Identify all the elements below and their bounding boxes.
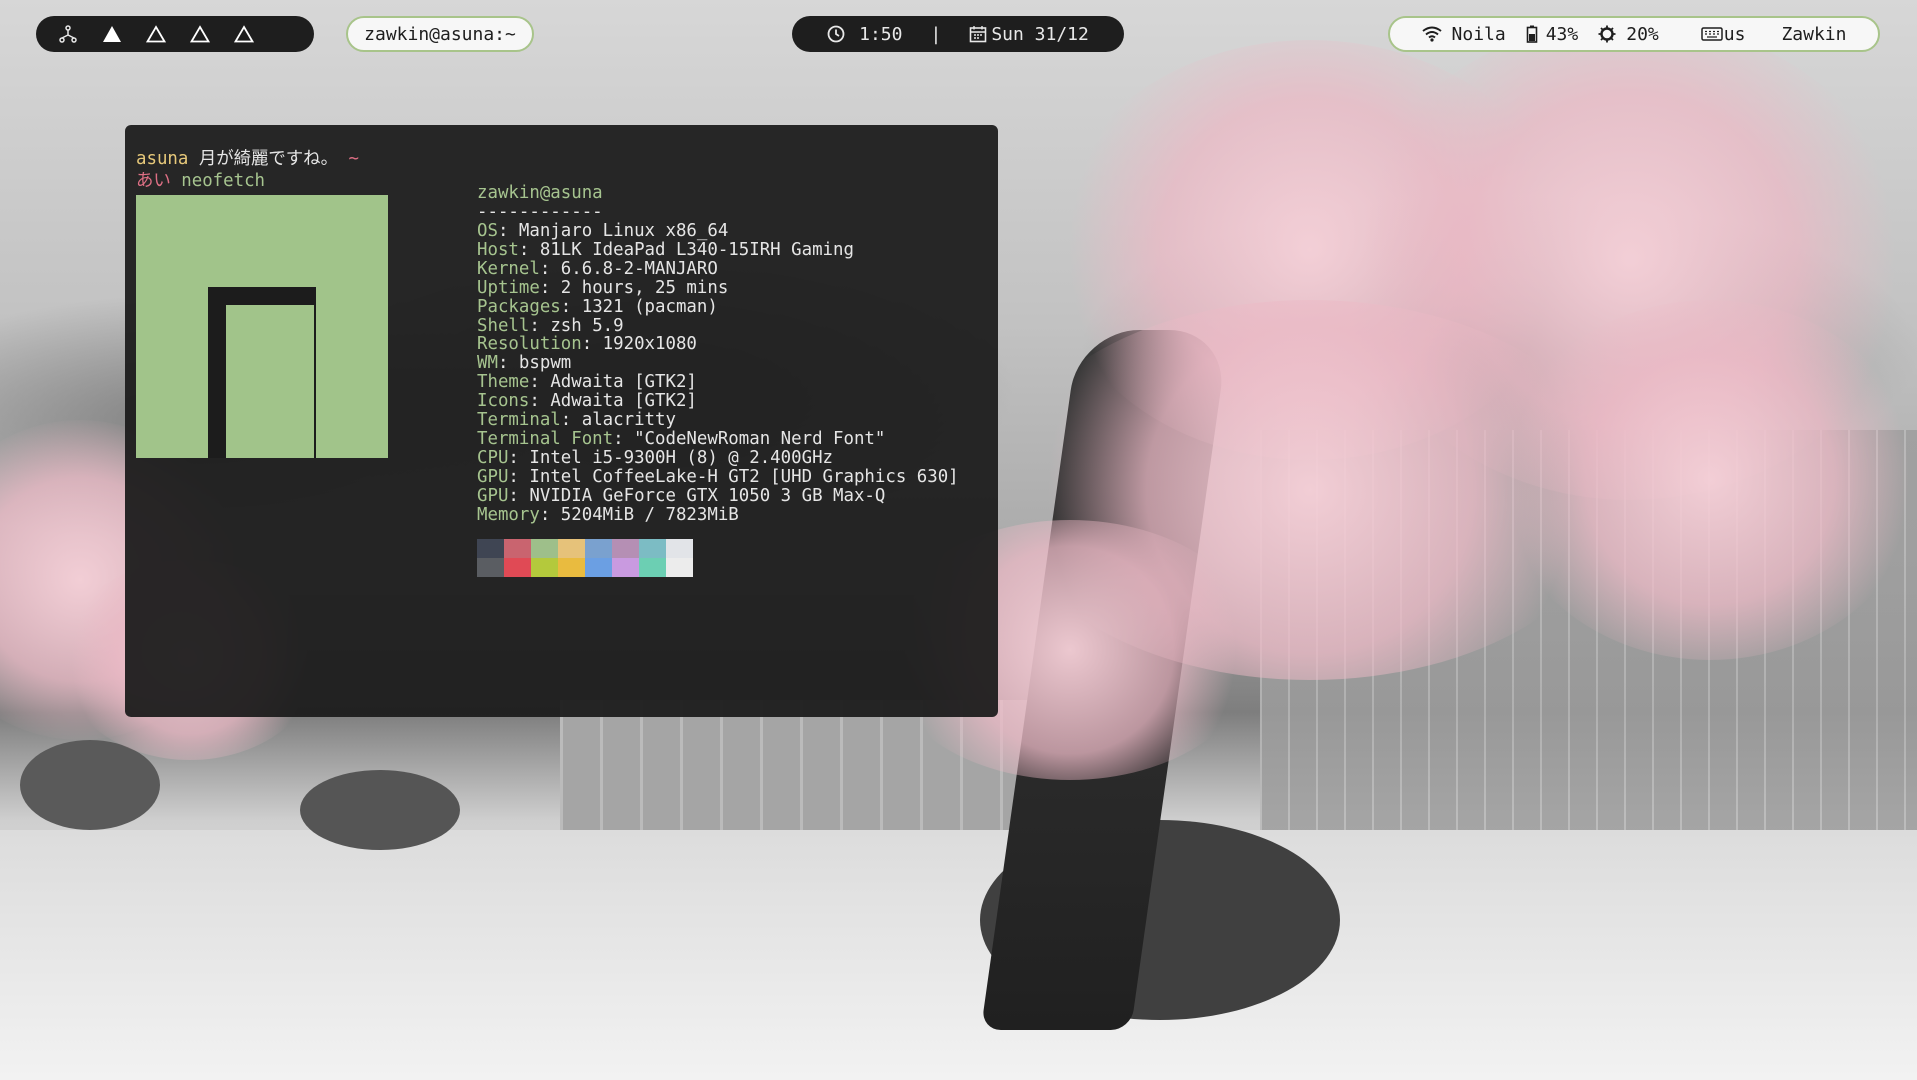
info-value: 1920x1080 [592, 334, 697, 355]
network-icon [59, 25, 77, 43]
wallpaper-bush [20, 740, 160, 830]
workspace-3[interactable] [146, 24, 166, 44]
keyboard-layout-label: us [1723, 23, 1746, 45]
palette-swatch [531, 539, 558, 558]
workspace-5[interactable] [234, 24, 254, 44]
prompt-user: asuna [136, 149, 189, 169]
logo-right-block [316, 195, 388, 458]
palette-swatch [666, 539, 693, 558]
prompt-text: 月が綺麗ですね。 [188, 149, 338, 169]
username: Zawkin [1781, 23, 1847, 45]
info-key: Memory [477, 504, 540, 525]
palette-swatch [612, 558, 639, 577]
palette-swatch [477, 558, 504, 577]
palette-swatch [504, 539, 531, 558]
clock-separator: | [930, 23, 942, 45]
clock-widget[interactable]: 1:50 | Sun 31/12 [792, 16, 1124, 52]
wifi-status[interactable]: Noila [1421, 23, 1506, 45]
brightness-status[interactable]: 20% [1598, 24, 1659, 45]
wallpaper-bush [300, 770, 460, 850]
prompt-line: asuna 月が綺麗ですね。 ~ [136, 148, 359, 170]
user-menu[interactable]: Zawkin [1781, 24, 1846, 45]
palette-swatch [666, 558, 693, 577]
battery-icon [1526, 25, 1538, 43]
info-colon: : [581, 334, 593, 355]
info-row: Memory: 5204MiB / 7823MiB [477, 504, 739, 526]
terminal-window[interactable]: asuna 月が綺麗ですね。 ~ あい neofetch zawkin@asun… [125, 125, 998, 717]
status-widget: Noila 43% 20% us Zawkin [1388, 16, 1880, 52]
brightness-icon [1598, 25, 1616, 43]
wallpaper-blossom [1500, 300, 1917, 660]
triangle-outline-icon [190, 25, 210, 43]
keyboard-layout[interactable]: us [1701, 23, 1746, 45]
wifi-icon [1421, 26, 1442, 42]
palette-swatch [558, 558, 585, 577]
palette-swatch [558, 539, 585, 558]
battery-status[interactable]: 43% [1526, 23, 1579, 45]
workspace-1[interactable] [58, 24, 78, 44]
workspace-4[interactable] [190, 24, 210, 44]
palette-swatch [531, 558, 558, 577]
window-title: zawkin@asuna:~ [364, 23, 516, 45]
info-colon: : [539, 504, 551, 525]
palette-swatch [504, 558, 531, 577]
triangle-outline-icon [146, 25, 166, 43]
window-title-pill[interactable]: zawkin@asuna:~ [346, 16, 534, 52]
battery-level: 43% [1545, 23, 1579, 45]
clock-time: 1:50 [859, 23, 903, 45]
prompt-symbol: あい [136, 171, 171, 191]
palette-swatch [639, 539, 666, 558]
command-text: neofetch [170, 171, 266, 191]
clock-date: Sun 31/12 [991, 23, 1089, 45]
command-line: あい neofetch [136, 170, 265, 192]
brightness-level: 20% [1626, 23, 1659, 45]
triangle-filled-icon [103, 26, 121, 42]
wallpaper-ground [0, 830, 1917, 1080]
palette-swatch [477, 539, 504, 558]
keyboard-icon [1701, 27, 1723, 41]
palette-swatch [639, 558, 666, 577]
calendar-icon [970, 26, 987, 43]
logo-middle-block [226, 305, 314, 458]
palette-swatch [612, 539, 639, 558]
clock-icon [827, 25, 845, 43]
workspace-switcher [36, 16, 314, 52]
workspace-2[interactable] [102, 24, 122, 44]
wifi-name: Noila [1451, 23, 1506, 45]
info-value: 5204MiB / 7823MiB [550, 504, 739, 525]
palette-swatch [585, 558, 612, 577]
triangle-outline-icon [234, 25, 254, 43]
palette-swatch [585, 539, 612, 558]
prompt-dir: ~ [337, 149, 359, 169]
